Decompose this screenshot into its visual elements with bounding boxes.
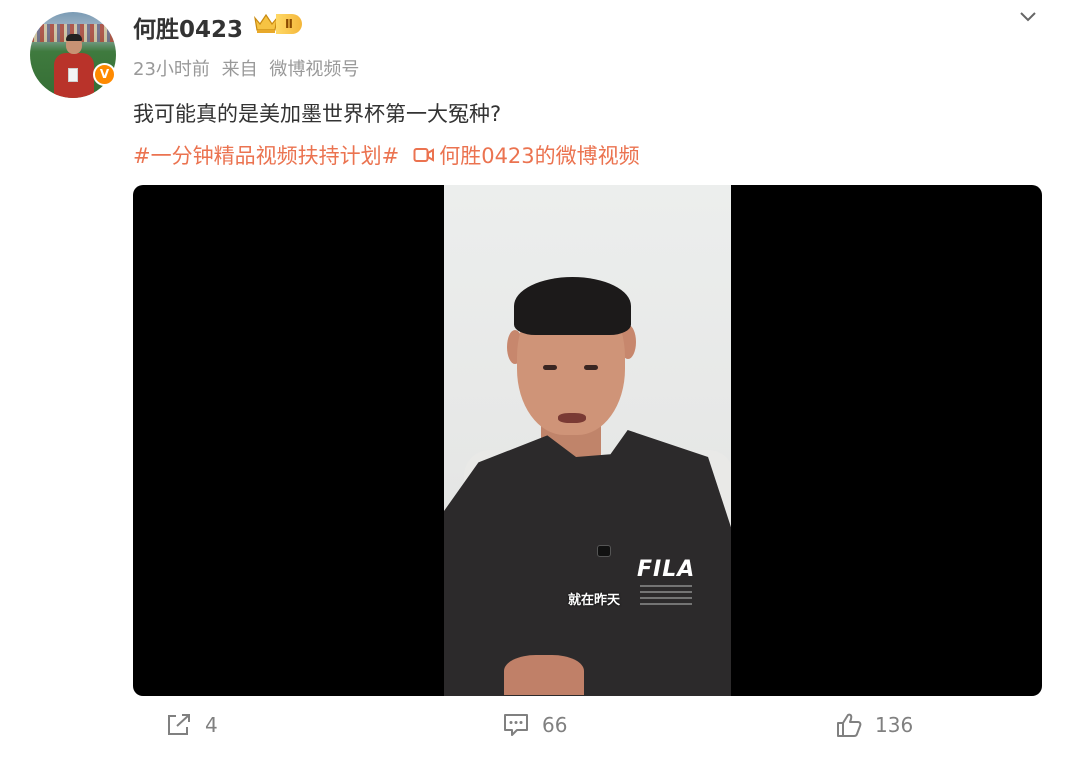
video-person-hand xyxy=(504,655,584,695)
video-link[interactable]: 何胜0423的微博视频 xyxy=(413,140,640,170)
share-count: 4 xyxy=(205,713,218,737)
post-links: #一分钟精品视频扶持计划# 何胜0423的微博视频 xyxy=(133,140,640,170)
shirt-logo: FILA xyxy=(637,557,696,582)
microphone-icon xyxy=(597,545,611,557)
share-icon xyxy=(168,714,190,735)
video-person-mouth xyxy=(558,413,586,423)
avatar-lanyard xyxy=(68,68,78,82)
comment-icon xyxy=(504,714,528,736)
share-button[interactable]: 4 xyxy=(165,712,218,738)
verified-badge-icon: V xyxy=(93,63,116,86)
chevron-down-icon[interactable] xyxy=(1018,10,1038,24)
source-prefix: 来自 xyxy=(221,59,258,80)
author-name[interactable]: 何胜0423 xyxy=(133,10,243,44)
level-badge[interactable]: II xyxy=(276,14,302,34)
video-subtitle: 就在昨天 xyxy=(568,593,621,608)
video-person-hair xyxy=(514,277,631,335)
action-bar: 4 66 136 xyxy=(0,712,1080,752)
comment-count: 66 xyxy=(542,713,568,737)
like-count: 136 xyxy=(875,713,914,737)
avatar-hair xyxy=(66,34,82,41)
post-time[interactable]: 23小时前 xyxy=(133,59,210,80)
video-frame: FILA 就在昨天 xyxy=(444,185,731,696)
thumbs-up-icon xyxy=(837,713,862,737)
video-camera-icon xyxy=(413,148,435,162)
post-meta: 23小时前 来自 微博视频号 xyxy=(133,55,365,81)
video-link-label: 何胜0423的微博视频 xyxy=(439,144,640,168)
post-source[interactable]: 微博视频号 xyxy=(269,59,359,80)
shirt-logo-subtext xyxy=(640,585,692,607)
topic-tag-link[interactable]: #一分钟精品视频扶持计划# xyxy=(133,140,399,170)
like-button[interactable]: 136 xyxy=(835,712,913,738)
post-text: 我可能真的是美加墨世界杯第一大冤种? xyxy=(133,102,502,126)
video-player[interactable]: FILA 就在昨天 xyxy=(133,185,1042,696)
video-person-eye-left xyxy=(543,365,557,370)
video-person-eye-right xyxy=(584,365,598,370)
comment-button[interactable]: 66 xyxy=(502,712,567,738)
